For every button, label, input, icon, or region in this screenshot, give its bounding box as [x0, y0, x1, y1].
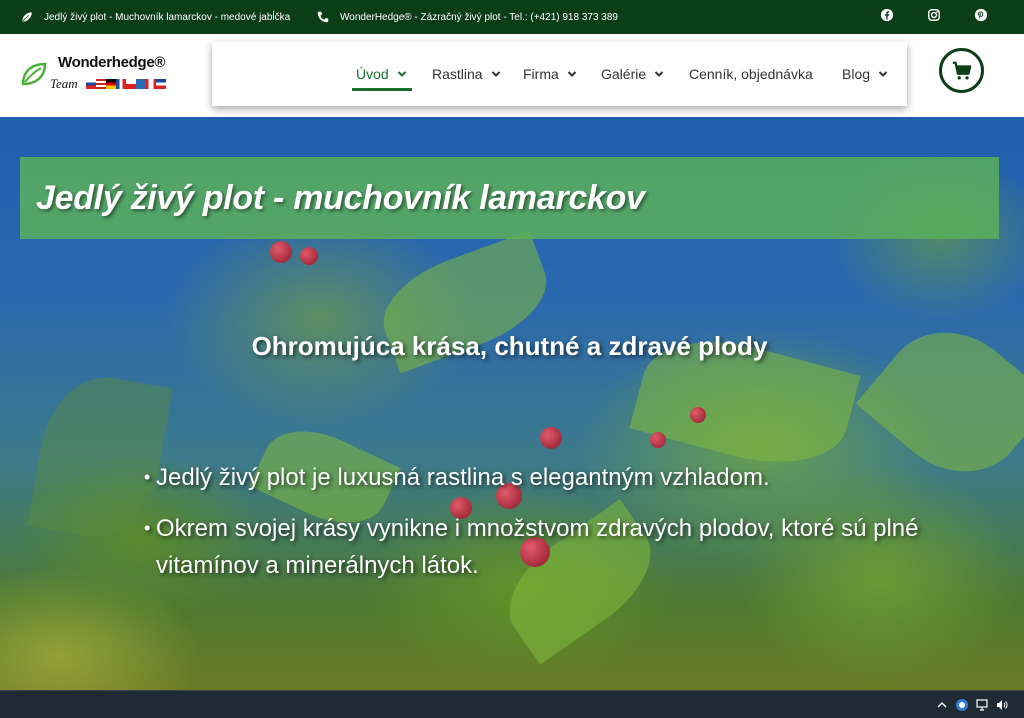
top-bar-tagline-text: Jedlý živý plot - Muchovník lamarckov - … [44, 11, 291, 23]
cart-icon [952, 61, 971, 80]
chevron-down-icon [878, 71, 888, 77]
hero-bullet-1: Jedlý živý plot je luxusná rastlina s el… [144, 459, 984, 496]
top-bar-phone-text: WonderHedge® - Zázračný živý plot - Tel.… [340, 11, 618, 23]
nav-active-indicator [352, 88, 412, 91]
nav-firma[interactable]: Firma [523, 42, 577, 106]
logo-brand: Wonderhedge® [58, 54, 166, 71]
nav-uvod-label: Úvod [356, 66, 389, 82]
chevron-down-icon [397, 71, 406, 77]
main-navigation: Úvod Rastlina Firma Galérie Cenník, obje… [212, 42, 907, 106]
language-flags [86, 79, 166, 89]
leaf-icon [20, 10, 34, 24]
nav-cennik-label: Cenník, objednávka [689, 66, 813, 82]
nav-rastlina-label: Rastlina [432, 66, 483, 82]
pinterest-icon[interactable] [974, 8, 988, 22]
phone-icon [316, 10, 330, 24]
berry [300, 247, 318, 265]
berry [270, 241, 292, 263]
nav-uvod[interactable]: Úvod [356, 42, 407, 106]
nav-firma-label: Firma [523, 66, 559, 82]
hero-bullets: Jedlý živý plot je luxusná rastlina s el… [144, 459, 984, 598]
berry [690, 407, 706, 423]
logo-team: Team [50, 76, 78, 91]
nav-rastlina[interactable]: Rastlina [432, 42, 501, 106]
hero-bullet-2: Okrem svojej krásy vynikne i množstvom z… [144, 510, 984, 584]
nav-blog[interactable]: Blog [842, 42, 888, 106]
wonderhedge-logo[interactable]: Wonderhedge® Team [20, 54, 170, 98]
cart-button[interactable] [939, 48, 984, 93]
facebook-icon[interactable] [880, 8, 894, 22]
hero-subtitle: Ohromujúca krása, chutné a zdravé plody [251, 331, 768, 361]
top-bar-phone[interactable]: WonderHedge® - Zázračný živý plot - Tel.… [316, 0, 618, 34]
hero-title-band: Jedlý živý plot - muchovník lamarckov [20, 157, 999, 239]
chevron-down-icon [491, 71, 500, 77]
chevron-up-icon[interactable] [934, 697, 950, 713]
site-header: Wonderhedge® Team Úvod Rastlina Firma Ga… [0, 34, 1024, 117]
top-bar-tagline[interactable]: Jedlý živý plot - Muchovník lamarckov - … [20, 0, 290, 34]
berry [540, 427, 562, 449]
nav-galerie[interactable]: Galérie [601, 42, 664, 106]
instagram-icon[interactable] [927, 8, 941, 22]
volume-icon[interactable] [994, 697, 1010, 713]
hero-section: Jedlý živý plot - muchovník lamarckov Oh… [0, 117, 1024, 690]
nav-cennik[interactable]: Cenník, objednávka [689, 42, 813, 106]
nav-galerie-label: Galérie [601, 66, 647, 82]
logo-leaf-icon [21, 62, 47, 86]
chevron-down-icon [654, 71, 664, 77]
top-bar: Jedlý živý plot - Muchovník lamarckov - … [0, 0, 1024, 34]
os-taskbar [0, 690, 1024, 718]
berry [650, 432, 666, 448]
chevron-down-icon [567, 71, 576, 77]
hero-title: Jedlý živý plot - muchovník lamarckov [36, 178, 645, 217]
nav-blog-label: Blog [842, 66, 871, 82]
security-icon[interactable] [954, 697, 970, 713]
network-icon[interactable] [974, 697, 990, 713]
